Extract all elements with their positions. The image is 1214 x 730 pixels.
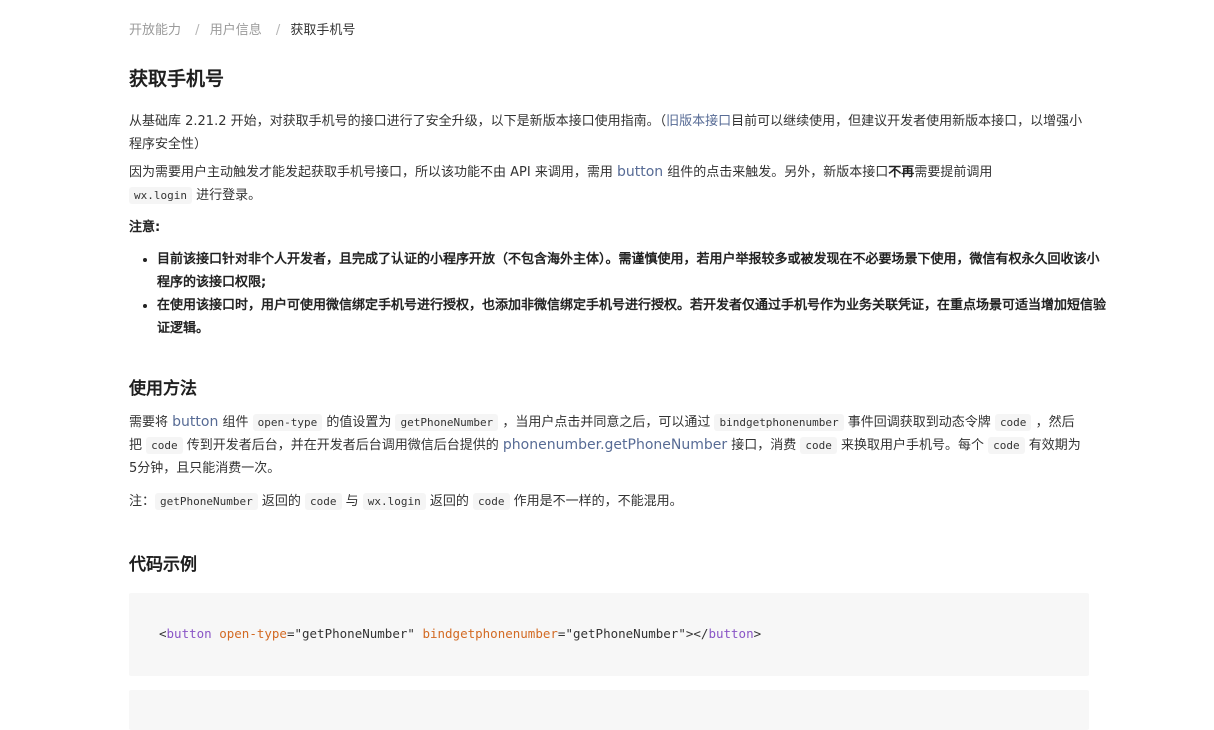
usage-text: 需要将 — [129, 415, 173, 430]
button-component-link[interactable]: button — [617, 164, 663, 180]
code-attr: bindgetphonenumber — [422, 626, 558, 641]
inline-code: bindgetphonenumber — [714, 414, 844, 431]
inline-code: code — [146, 437, 183, 454]
code-string: "getPhoneNumber" — [565, 626, 686, 641]
usage-note-label: 注： — [129, 494, 156, 509]
button-component-link[interactable]: button — [172, 414, 218, 430]
intro-paragraph-2: 因为需要用户主动触发才能发起获取手机号接口，所以该功能不由 API 来调用，需用… — [129, 161, 1084, 207]
usage-note-text: 作用是不一样的，不能混用。 — [509, 494, 683, 509]
intro-text: 进行登录。 — [191, 188, 262, 203]
code-example-heading: 代码示例 — [129, 555, 197, 575]
inline-code: code — [800, 437, 837, 454]
breadcrumb-item-open-capabilities[interactable]: 开放能力 — [129, 23, 181, 38]
code-punct: > — [753, 626, 762, 641]
notice-list: 目前该接口针对非个人开发者，且完成了认证的小程序开放（不包含海外主体）。需谨慎使… — [129, 248, 1112, 340]
intro-text: 需要提前调用 — [914, 165, 993, 180]
notice-label: 注意: — [129, 220, 161, 235]
intro-text: 组件的点击来触发。另外，新版本接口 — [663, 165, 889, 180]
inline-code: open-type — [252, 414, 323, 431]
intro-text: 因为需要用户主动触发才能发起获取手机号接口，所以该功能不由 API 来调用，需用 — [129, 165, 617, 180]
usage-note-text: 返回的 — [425, 494, 474, 509]
code-block-next — [129, 690, 1089, 730]
notice-item: 目前该接口针对非个人开发者，且完成了认证的小程序开放（不包含海外主体）。需谨慎使… — [157, 248, 1112, 294]
notice-item: 在使用该接口时，用户可使用微信绑定手机号进行授权，也添加非微信绑定手机号进行授权… — [157, 294, 1112, 340]
usage-paragraph: 需要将 button 组件 open-type 的值设置为 getPhoneNu… — [129, 411, 1084, 480]
inline-code: getPhoneNumber — [155, 493, 258, 510]
usage-note-text: 返回的 — [257, 494, 305, 509]
inline-code: wx.login — [362, 493, 426, 510]
intro-paragraph-1: 从基础库 2.21.2 开始，对获取手机号的接口进行了安全升级，以下是新版本接口… — [129, 110, 1084, 156]
inline-code: code — [988, 437, 1025, 454]
inline-code-wx-login: wx.login — [129, 187, 192, 204]
code-tag: button — [708, 626, 754, 641]
inline-code: code — [473, 493, 510, 510]
code-punct: < — [159, 626, 167, 641]
usage-heading: 使用方法 — [129, 379, 197, 399]
usage-text: 的值设置为 — [322, 415, 396, 430]
code-attr: open-type — [219, 626, 287, 641]
breadcrumb-item-user-info[interactable]: 用户信息 — [210, 23, 262, 38]
usage-note-text: 与 — [341, 494, 363, 509]
emphasis-text: 不再 — [888, 165, 915, 180]
usage-note: 注： getPhoneNumber 返回的 code 与 wx.login 返回的… — [129, 490, 1084, 513]
usage-text: 事件回调获取到动态令牌 — [843, 415, 995, 430]
inline-code: getPhoneNumber — [395, 414, 499, 431]
inline-code: code — [305, 493, 342, 510]
code-block: <button open-type="getPhoneNumber" bindg… — [129, 593, 1089, 676]
usage-text: 传到开发者后台，并在开发者后台调用微信后台提供的 — [182, 438, 503, 453]
usage-text: ，当用户点击并同意之后，可以通过 — [498, 415, 715, 430]
code-tag: button — [166, 626, 212, 641]
inline-code: code — [994, 414, 1032, 431]
phonenumber-api-link[interactable]: phonenumber.getPhoneNumber — [503, 437, 727, 453]
breadcrumb-separator: / — [275, 23, 281, 38]
code-punct: ></ — [685, 626, 709, 641]
usage-text: 组件 — [218, 415, 253, 430]
old-api-link[interactable]: 旧版本接口 — [666, 114, 731, 129]
code-string: "getPhoneNumber" — [294, 626, 415, 641]
code-line: <button open-type="getPhoneNumber" bindg… — [159, 624, 761, 644]
breadcrumb-separator: / — [195, 23, 200, 38]
usage-text: 来换取用户手机号。每个 — [836, 438, 989, 453]
intro-text: 从基础库 2.21.2 开始，对获取手机号的接口进行了安全升级，以下是新版本接口… — [129, 114, 667, 129]
usage-text: 接口，消费 — [727, 438, 801, 453]
page-title: 获取手机号 — [129, 68, 225, 90]
breadcrumb: 开放能力 / 用户信息 / 获取手机号 — [129, 21, 355, 41]
breadcrumb-current: 获取手机号 — [290, 23, 356, 38]
